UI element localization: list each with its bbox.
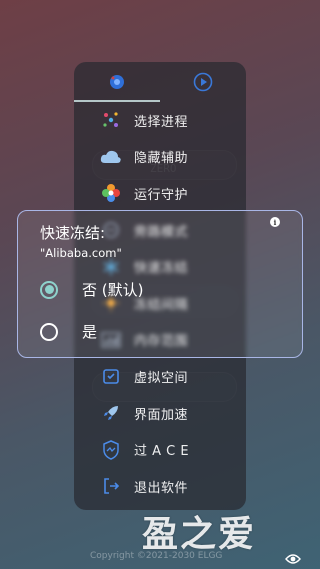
option-default-no[interactable]: 否 (默认) <box>40 279 143 300</box>
menu-item-hide-assist[interactable]: 隐藏辅助 <box>74 139 246 176</box>
play-circle-icon <box>193 72 213 92</box>
menu-label: 虚拟空间 <box>134 370 189 386</box>
dialog-title: 快速冻结: <box>40 224 106 242</box>
menu-item-bypass-ace[interactable]: 过 A C E <box>74 431 246 468</box>
radio-button-checked[interactable] <box>40 280 58 299</box>
tab-indicator <box>74 100 160 102</box>
drawer-tabs <box>74 62 246 102</box>
tab-features[interactable] <box>74 62 160 102</box>
flower-icon <box>100 182 122 204</box>
option-label: 否 (默认) <box>82 281 144 299</box>
menu-item-ui-accelerate[interactable]: 界面加速 <box>74 395 246 432</box>
sparkle-icon <box>100 109 122 131</box>
menu-label: 退出软件 <box>134 480 189 496</box>
menu-item-select-process[interactable]: 选择进程 <box>74 102 246 139</box>
rocket-icon <box>100 402 122 424</box>
option-yes[interactable]: 是 <box>40 321 97 342</box>
menu-label: 选择进程 <box>134 114 189 130</box>
menu-item-virtual-space[interactable]: 虚拟空间 <box>74 358 246 395</box>
eye-icon[interactable] <box>285 553 301 565</box>
info-icon[interactable]: i <box>270 217 280 227</box>
menu-item-exit[interactable]: 退出软件 <box>74 468 246 505</box>
exit-icon <box>100 475 122 497</box>
tab-play[interactable] <box>160 62 246 102</box>
menu-label: 隐藏辅助 <box>134 151 189 167</box>
option-label: 是 <box>82 323 98 341</box>
dialog-subtitle: "Alibaba.com" <box>40 246 122 260</box>
menu-label: 界面加速 <box>134 407 189 423</box>
quick-freeze-dialog: 快速冻结: "Alibaba.com" i 否 (默认) 是 <box>17 210 303 358</box>
menu-item-run-guard[interactable]: 运行守护 <box>74 175 246 212</box>
cloud-icon <box>100 146 122 168</box>
virtual-space-icon <box>100 365 122 387</box>
watermark-logo: 盈之爱 <box>142 514 257 555</box>
radio-button[interactable] <box>40 322 58 341</box>
atom-icon <box>110 75 124 89</box>
shield-icon <box>100 439 122 461</box>
menu-label: 过 A C E <box>134 444 190 460</box>
menu-label: 运行守护 <box>134 187 189 203</box>
